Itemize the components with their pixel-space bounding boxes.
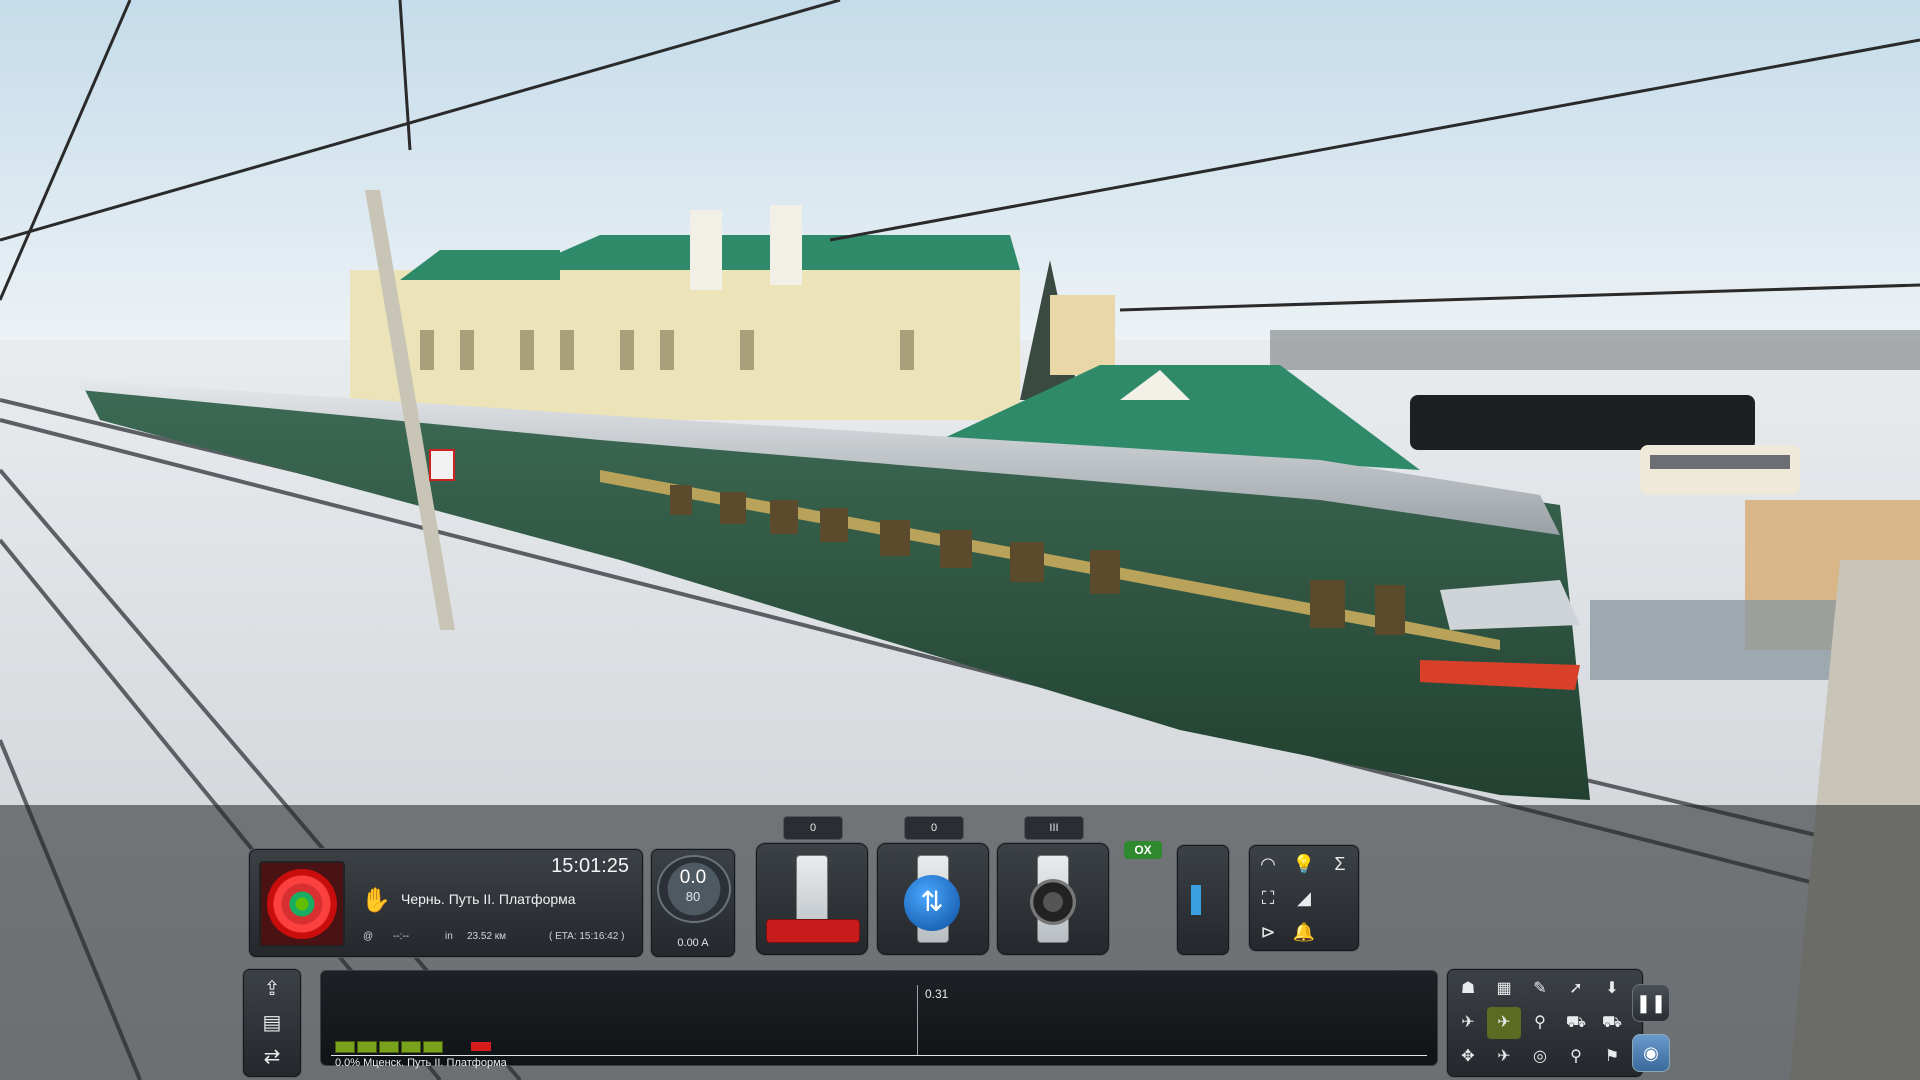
head-out-camera-icon[interactable]: ▦ bbox=[1487, 973, 1521, 1005]
free-camera-icon[interactable]: ➚ bbox=[1559, 973, 1593, 1005]
track-position-marker bbox=[917, 985, 918, 1055]
reverser-arrows-icon: ⇅ bbox=[904, 875, 960, 931]
left-tool-stack: ⇪ ▤ ⇄ bbox=[242, 968, 302, 1078]
speed-limit-readout: 80 bbox=[685, 889, 701, 904]
speed-readout: 0.0 bbox=[679, 867, 707, 888]
aux-gauge-bar bbox=[1191, 885, 1201, 915]
door-icon[interactable]: ⛶ bbox=[1251, 881, 1285, 915]
aux-gauge-panel bbox=[1176, 844, 1230, 956]
camera-icon: ◉ bbox=[1643, 1043, 1659, 1063]
game-clock: 15:01:25 bbox=[551, 855, 629, 877]
map-camera-icon[interactable]: ◎ bbox=[1523, 1041, 1557, 1073]
car2-camera-icon[interactable]: ⛟ bbox=[1595, 1007, 1629, 1039]
stop-info-row: @ --:-- in 23.52 км ( ETA: 15:16:42 ) bbox=[363, 929, 633, 947]
cab2-camera-icon[interactable]: ✈ bbox=[1487, 1007, 1521, 1039]
wiper-icon[interactable]: ◠ bbox=[1251, 847, 1285, 881]
consist-car bbox=[379, 1041, 399, 1053]
external-camera-icon[interactable]: ✎ bbox=[1523, 973, 1557, 1005]
brake-knob-icon bbox=[1030, 879, 1076, 925]
route-progress-label: 0.0% Мценск. Путь II. Платформа bbox=[335, 1057, 507, 1069]
hand-stop-icon: ✋ bbox=[361, 887, 391, 914]
driver-seat-icon[interactable]: ⇪ bbox=[251, 973, 293, 1005]
car-camera-icon[interactable]: ⛟ bbox=[1559, 1007, 1593, 1039]
speedometer-panel: 0.0 80 0.00 A bbox=[650, 848, 736, 958]
cab-camera-icon[interactable]: ☗ bbox=[1451, 973, 1485, 1005]
consist-car bbox=[401, 1041, 421, 1053]
throttle-notch-label: 0 bbox=[783, 816, 843, 840]
function-buttons-grid: ◠ 💡 Σ ⛶ ◢ ⊳ 🔔 bbox=[1248, 844, 1360, 952]
throttle-lever[interactable] bbox=[755, 842, 869, 956]
bell-icon[interactable]: 🔔 bbox=[1287, 915, 1321, 949]
next-stop-label: Чернь. Путь II. Платформа bbox=[401, 891, 576, 907]
next-stop-panel: 15:01:25 ✋ Чернь. Путь II. Платформа @ -… bbox=[248, 848, 644, 958]
pause-button[interactable]: ❚❚ bbox=[1632, 984, 1670, 1022]
marker-camera-icon[interactable]: ⚑ bbox=[1595, 1041, 1629, 1073]
down-arrow-icon[interactable]: ⬇ bbox=[1595, 973, 1629, 1005]
passenger-camera-icon[interactable]: ✈ bbox=[1451, 1007, 1485, 1039]
horn-icon[interactable]: ⊳ bbox=[1251, 915, 1285, 949]
sander-icon[interactable]: ◢ bbox=[1287, 881, 1321, 915]
at-symbol: @ bbox=[363, 931, 374, 942]
camera-selector-grid: ☗ ▦ ✎ ➚ ⬇ ✈ ✈ ⚲ ⛟ ⛟ ✥ ✈ ◎ ⚲ ⚑ bbox=[1446, 968, 1644, 1078]
in-label: in bbox=[445, 931, 453, 942]
distance-to-stop: 23.52 км bbox=[467, 931, 507, 942]
train-brake-lever[interactable] bbox=[996, 842, 1110, 956]
track-distance-readout: 0.31 bbox=[925, 987, 949, 1001]
reverser-label: 0 bbox=[904, 816, 964, 840]
headlight-icon[interactable]: 💡 bbox=[1287, 847, 1321, 881]
aerial-camera-icon[interactable]: ✈ bbox=[1487, 1041, 1521, 1073]
consist-car bbox=[357, 1041, 377, 1053]
signal-indicator bbox=[259, 861, 345, 947]
bus bbox=[1640, 445, 1800, 495]
screenshot-button[interactable]: ◉ bbox=[1632, 1034, 1670, 1072]
ammeter-readout: 0.00 A bbox=[677, 937, 709, 949]
player-train-icon bbox=[471, 1042, 491, 1051]
coupling-icon[interactable]: ⇄ bbox=[251, 1041, 293, 1073]
search-camera-icon[interactable]: ⚲ bbox=[1559, 1041, 1593, 1073]
throttle-power-bar bbox=[766, 919, 860, 943]
track-monitor: 0.31 0.0% Мценск. Путь II. Платформа bbox=[320, 970, 1438, 1069]
consist-car bbox=[423, 1041, 443, 1053]
cycle-camera-icon[interactable]: ✥ bbox=[1451, 1041, 1485, 1073]
no-entry-sign bbox=[429, 449, 455, 481]
eta-placeholder: --:-- bbox=[393, 931, 410, 942]
timetable-icon[interactable]: ▤ bbox=[251, 1007, 293, 1039]
eta-label: ( ETA: 15:16:42 ) bbox=[549, 931, 625, 942]
reverser-lever[interactable]: ⇅ bbox=[876, 842, 990, 956]
brake-label: III bbox=[1024, 816, 1084, 840]
steam-locomotive bbox=[1410, 395, 1755, 450]
consist-car bbox=[335, 1041, 355, 1053]
ox-badge: OX bbox=[1124, 841, 1162, 859]
pause-icon: ❚❚ bbox=[1635, 993, 1667, 1013]
sum-icon[interactable]: Σ bbox=[1323, 847, 1357, 881]
distant-trees bbox=[1270, 330, 1920, 370]
signal-aspect-icon bbox=[267, 869, 337, 939]
track-line bbox=[331, 1055, 1427, 1056]
lineside-camera-icon[interactable]: ⚲ bbox=[1523, 1007, 1557, 1039]
